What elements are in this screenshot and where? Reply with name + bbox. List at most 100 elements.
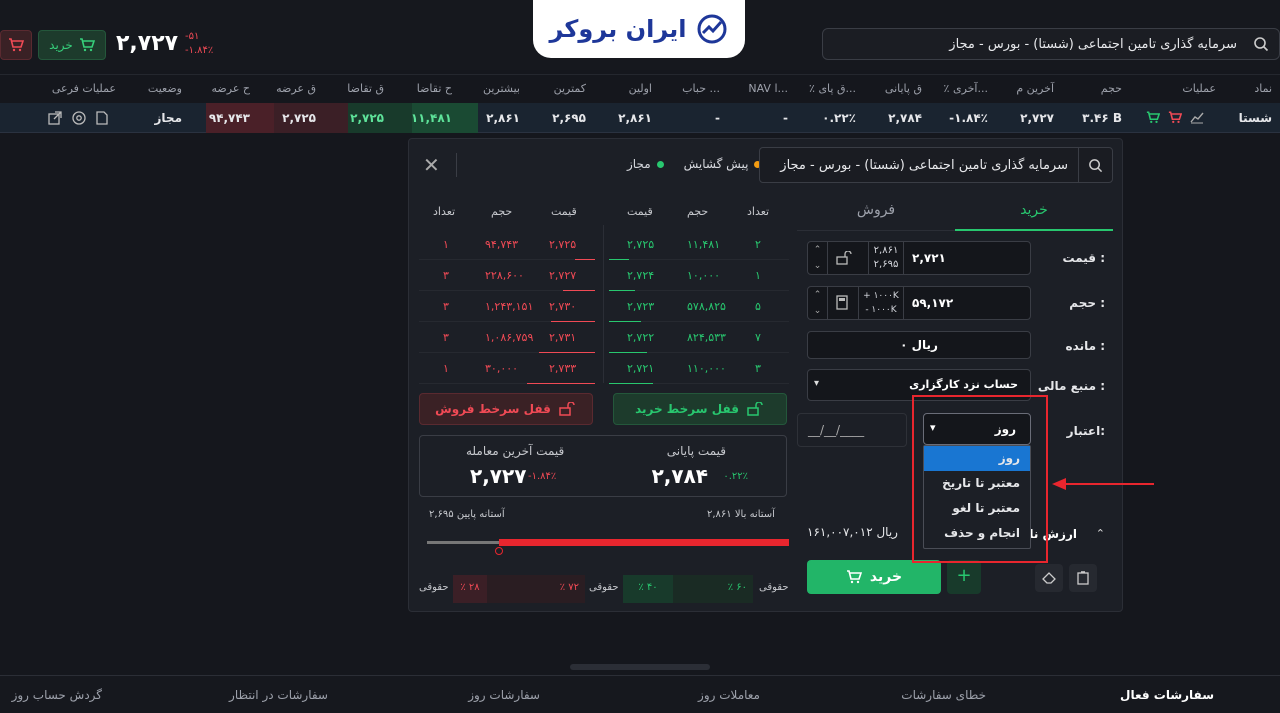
- tab-pending-orders[interactable]: سفارشات در انتظار: [229, 688, 328, 702]
- buy-order-row[interactable]: ۲,۷۲۳ ۵۷۸,۸۲۵ ۵: [609, 291, 789, 322]
- row-bid-vol: ۱۱,۴۸۱: [410, 111, 452, 125]
- tab-active-orders[interactable]: سفارشات فعال: [1120, 688, 1214, 702]
- buy-cart-icon[interactable]: [1146, 111, 1160, 124]
- date-field[interactable]: __/__/____: [797, 413, 907, 447]
- submit-buy-button[interactable]: خرید: [807, 560, 941, 594]
- price-summary: قیمت پایانی ۲,۷۸۴ ۰.۲۲٪ قیمت آخرین معامل…: [419, 435, 787, 497]
- col-volume[interactable]: حجم: [1101, 82, 1122, 95]
- buy-order-row[interactable]: ۲,۷۲۲ ۸۲۴,۵۳۳ ۷: [609, 322, 789, 353]
- tab-order-errors[interactable]: خطای سفارشات: [901, 688, 986, 702]
- price-label: قیمت :: [1062, 251, 1106, 265]
- panel-search-text: سرمایه گذاری تامین اجتماعی (شستا) - بورس…: [780, 158, 1068, 173]
- sell-order-row[interactable]: ۱ ۹۴,۷۴۳ ۲,۷۲۵: [419, 229, 595, 260]
- tab-account-turnover[interactable]: گردش حساب روز: [12, 688, 102, 702]
- ob-price: ۲,۷۲۳: [627, 300, 655, 313]
- price-field[interactable]: ⌃ ⌄ ۲,۸۶۱ ۲,۶۹۵ ۲,۷۲۱: [807, 241, 1031, 275]
- col-close-pct[interactable]: ٪ ق پای...: [809, 82, 856, 95]
- cart-icon: [79, 38, 95, 52]
- chevron-down-icon: ▾: [814, 378, 820, 389]
- col-status[interactable]: وضعیت: [148, 82, 182, 95]
- sell-cart-icon[interactable]: [1168, 111, 1182, 124]
- col-symbol[interactable]: نماد: [1254, 82, 1272, 95]
- col-ask-vol[interactable]: ح عرضه: [212, 82, 250, 95]
- lock-sell-button[interactable]: قفل سرخط فروش: [419, 393, 593, 425]
- watchlist-row[interactable]: شستا ۳.۴۶ B ۲,۷۲۷ -۱.۸۴٪ ۲,۷۸۴ ۰.۲۲٪ - -…: [0, 103, 1280, 133]
- ob-header: تعداد: [747, 205, 770, 218]
- ob-price: ۲,۷۲۱: [627, 362, 655, 375]
- volume-input[interactable]: ۵۹,۱۷۲: [912, 296, 953, 310]
- search-icon[interactable]: [1078, 148, 1112, 182]
- calculator-icon[interactable]: [836, 295, 848, 310]
- add-order-button[interactable]: +: [947, 560, 981, 594]
- volume-field[interactable]: ⌃ ⌄ + ۱۰۰۰K - ۱۰۰۰K ۵۹,۱۷۲: [807, 286, 1031, 320]
- col-first[interactable]: اولین: [629, 82, 652, 95]
- chevron-up-icon[interactable]: ⌃: [1096, 527, 1105, 540]
- price-lower[interactable]: ۲,۶۹۵: [869, 258, 903, 272]
- price-change: -۵۱ -۱.۸۴٪: [185, 30, 213, 58]
- clipboard-button[interactable]: [1069, 564, 1097, 592]
- col-sub-actions[interactable]: عملیات فرعی: [52, 82, 116, 95]
- unlock-icon[interactable]: [836, 251, 854, 265]
- sell-order-row[interactable]: ۳ ۲۲۸,۶۰۰ ۲,۷۲۷: [419, 260, 595, 291]
- col-nav[interactable]: NAV ا...: [748, 82, 788, 95]
- fund-label: منبع مالی :: [1037, 379, 1105, 393]
- volume-stepper[interactable]: ⌃ ⌄: [808, 287, 828, 319]
- change-pct: -۱.۸۴٪: [185, 45, 214, 56]
- sell-order-row[interactable]: ۱ ۳۰,۰۰۰ ۲,۷۳۳: [419, 353, 595, 384]
- row-symbol[interactable]: شستا: [1239, 111, 1272, 125]
- document-icon[interactable]: [96, 111, 108, 125]
- buy-real-pct: ٪ ۶۰: [673, 575, 753, 603]
- col-low[interactable]: کمترین: [554, 82, 586, 95]
- ob-volume: ۵۷۸,۸۲۵: [687, 300, 726, 313]
- ob-volume: ۱,۲۴۳,۱۵۱: [485, 300, 534, 313]
- price-stepper[interactable]: ⌃ ⌄: [808, 242, 828, 274]
- ob-price: ۲,۷۳۰: [549, 300, 577, 313]
- tab-day-trades[interactable]: معاملات روز: [698, 688, 760, 702]
- buy-order-row[interactable]: ۲,۷۲۵ ۱۱,۴۸۱ ۲: [609, 229, 789, 260]
- price-upper[interactable]: ۲,۸۶۱: [869, 244, 903, 258]
- col-actions[interactable]: عملیات: [1182, 82, 1216, 95]
- ob-header: تعداد: [433, 205, 456, 218]
- ob-count: ۳: [443, 269, 449, 282]
- ob-volume: ۲۲۸,۶۰۰: [485, 269, 524, 282]
- row-bubble: -: [715, 111, 720, 125]
- col-high[interactable]: بیشترین: [483, 82, 520, 95]
- ob-volume: ۱۱,۴۸۱: [687, 238, 721, 251]
- row-last-pct: -۱.۸۴٪: [949, 111, 988, 125]
- quick-buy-button[interactable]: خرید: [38, 30, 106, 60]
- row-ask-vol: ۹۴,۷۴۳: [208, 111, 250, 125]
- chart-icon[interactable]: [1190, 111, 1204, 124]
- row-ask-price: ۲,۷۲۵: [282, 111, 316, 125]
- quick-sell-button[interactable]: [0, 30, 32, 60]
- sell-order-row[interactable]: ۳ ۱,۲۴۳,۱۵۱ ۲,۷۳۰: [419, 291, 595, 322]
- eraser-button[interactable]: [1035, 564, 1063, 592]
- tab-sell[interactable]: فروش: [797, 197, 955, 231]
- settings-icon[interactable]: [72, 111, 86, 125]
- buy-order-row[interactable]: ۲,۷۲۴ ۱۰,۰۰۰ ۱: [609, 260, 789, 291]
- sell-order-row[interactable]: ۳ ۱,۰۸۶,۷۵۹ ۲,۷۳۱: [419, 322, 595, 353]
- unlock-icon: [559, 402, 577, 416]
- vol-plus[interactable]: + ۱۰۰۰K: [859, 289, 903, 303]
- tab-buy[interactable]: خرید: [955, 197, 1113, 231]
- col-close[interactable]: ق پایانی: [885, 82, 922, 95]
- price-input[interactable]: ۲,۷۲۱: [912, 251, 946, 265]
- col-bubble[interactable]: حباب ...: [682, 82, 720, 95]
- search-icon[interactable]: [1253, 36, 1269, 52]
- col-ask-price[interactable]: ق عرضه: [276, 82, 316, 95]
- vol-minus[interactable]: - ۱۰۰۰K: [859, 303, 903, 317]
- ob-volume: ۸۲۴,۵۳۳: [687, 331, 726, 344]
- col-last[interactable]: آخرین م: [1016, 82, 1054, 95]
- col-bid-price[interactable]: ق تقاضا: [347, 82, 384, 95]
- brand-logo[interactable]: ایران بروکر: [533, 0, 745, 58]
- price-marker: [495, 547, 503, 555]
- tab-day-orders[interactable]: سفارشات روز: [468, 688, 540, 702]
- symbol-search[interactable]: سرمایه گذاری تامین اجتماعی (شستا) - بورس…: [822, 28, 1280, 60]
- col-bid-vol[interactable]: ح تقاضا: [417, 82, 452, 95]
- panel-symbol-search[interactable]: سرمایه گذاری تامین اجتماعی (شستا) - بورس…: [759, 147, 1113, 183]
- external-link-icon[interactable]: [48, 111, 62, 125]
- drag-handle[interactable]: [570, 664, 710, 670]
- last-trade-price: ۲,۷۲۷: [470, 464, 527, 488]
- lock-buy-button[interactable]: قفل سرخط خرید: [613, 393, 787, 425]
- col-last-pct[interactable]: ٪ آخری...: [944, 82, 988, 95]
- buy-order-row[interactable]: ۲,۷۲۱ ۱۱۰,۰۰۰ ۳: [609, 353, 789, 384]
